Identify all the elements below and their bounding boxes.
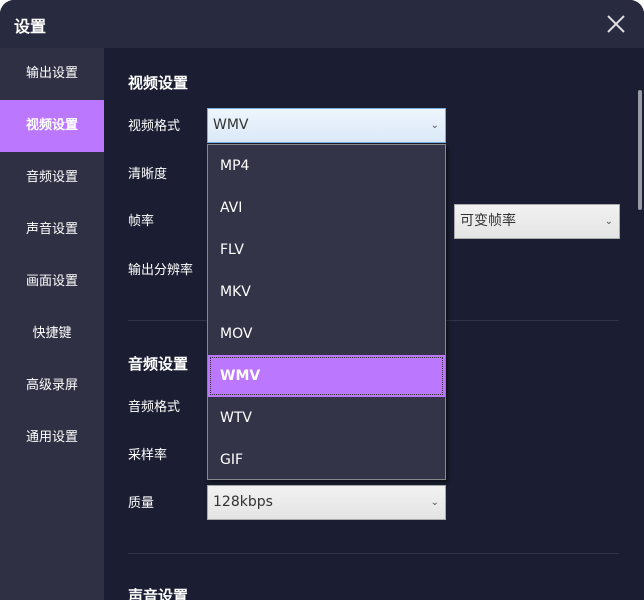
title-bar: 设置 (0, 0, 644, 48)
audio-format-label: 音频格式 (128, 400, 181, 415)
video-format-value: WMV (213, 117, 249, 133)
chevron-down-icon: ⌄ (604, 216, 613, 227)
divider (128, 553, 619, 554)
quality-select[interactable]: 128kbps ⌄ (207, 485, 446, 520)
quality-label: 质量 (128, 496, 155, 511)
video-settings-heading: 视频设置 (128, 74, 189, 92)
close-icon[interactable] (604, 12, 628, 36)
option-mkv[interactable]: MKV (208, 271, 445, 313)
option-wtv[interactable]: WTV (208, 397, 445, 439)
option-mov[interactable]: MOV (208, 313, 445, 355)
video-format-dropdown: MP4 AVI FLV MKV MOV WMV WTV GIF (207, 144, 446, 480)
option-gif[interactable]: GIF (208, 439, 445, 481)
option-flv[interactable]: FLV (208, 229, 445, 271)
option-avi[interactable]: AVI (208, 187, 445, 229)
sound-settings-heading: 声音设置 (128, 587, 189, 600)
chevron-down-icon: ⌄ (430, 120, 439, 131)
sidebar-item-audio[interactable]: 音频设置 (0, 152, 104, 204)
sidebar-item-general[interactable]: 通用设置 (0, 412, 104, 464)
samplerate-label: 采样率 (128, 448, 168, 463)
sidebar-item-video[interactable]: 视频设置 (0, 100, 104, 152)
sidebar-item-advanced-recording[interactable]: 高级录屏 (0, 360, 104, 412)
resolution-label: 输出分辨率 (128, 263, 194, 278)
clarity-label: 清晰度 (128, 167, 168, 182)
video-format-label: 视频格式 (128, 119, 181, 134)
video-format-select[interactable]: WMV ⌄ (207, 108, 446, 143)
settings-content: 视频设置 视频格式 WMV ⌄ 清晰度 帧率 可变帧率 ⌄ 输出分辨率 音频设置… (104, 48, 644, 600)
option-wmv[interactable]: WMV (208, 355, 445, 397)
sidebar-item-sound[interactable]: 声音设置 (0, 204, 104, 256)
sidebar-item-picture[interactable]: 画面设置 (0, 256, 104, 308)
audio-settings-heading: 音频设置 (128, 355, 189, 373)
chevron-down-icon: ⌄ (430, 497, 439, 508)
sidebar: 输出设置 视频设置 音频设置 声音设置 画面设置 快捷键 高级录屏 通用设置 (0, 48, 104, 600)
option-mp4[interactable]: MP4 (208, 145, 445, 187)
settings-window: 设置 输出设置 视频设置 音频设置 声音设置 画面设置 快捷键 高级录屏 通用设… (0, 0, 644, 600)
sidebar-item-hotkeys[interactable]: 快捷键 (0, 308, 104, 360)
sidebar-item-output[interactable]: 输出设置 (0, 48, 104, 100)
framerate-label: 帧率 (128, 214, 155, 229)
framerate-value: 可变帧率 (460, 213, 516, 229)
framerate-select[interactable]: 可变帧率 ⌄ (454, 204, 620, 239)
quality-value: 128kbps (213, 494, 273, 510)
window-title: 设置 (14, 17, 47, 36)
scrollbar-thumb[interactable] (638, 90, 642, 210)
